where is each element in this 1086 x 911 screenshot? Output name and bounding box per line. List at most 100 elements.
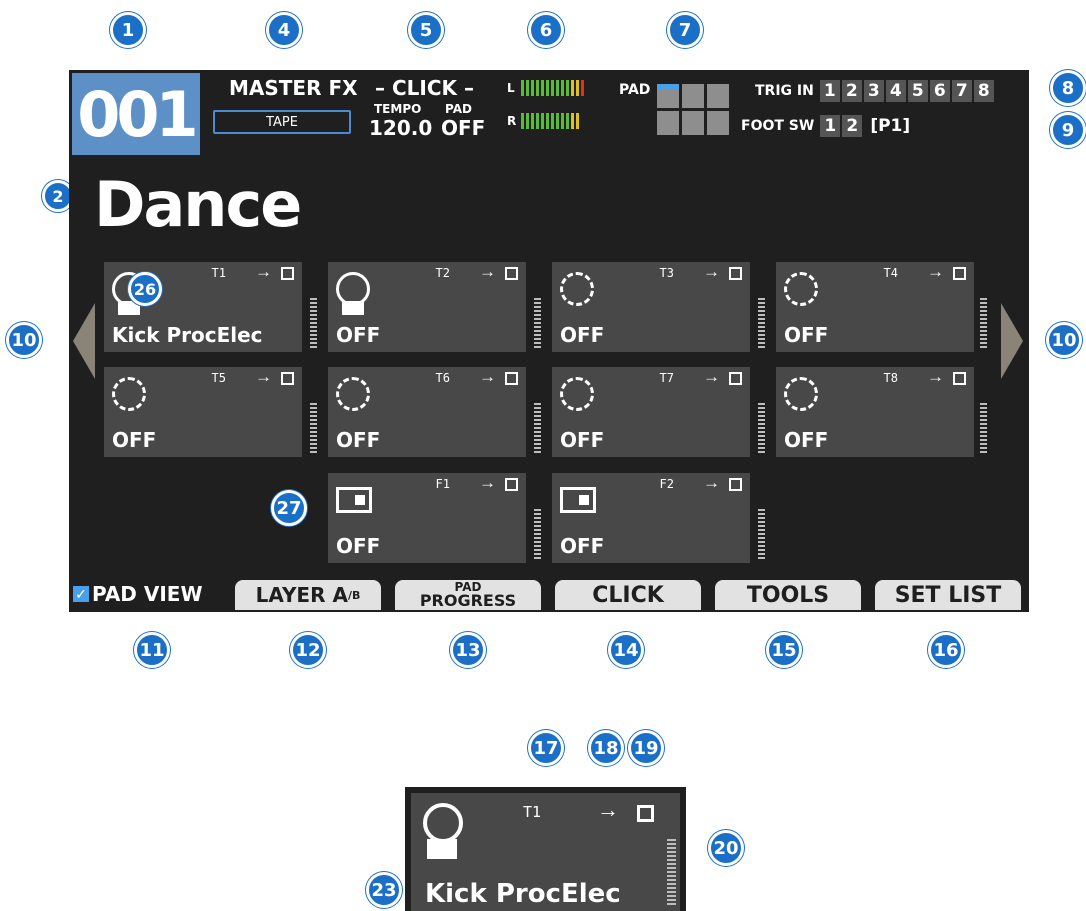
click-pad-value[interactable]: OFF bbox=[441, 116, 485, 140]
track-t4-meter bbox=[980, 298, 987, 350]
status-square-icon bbox=[953, 267, 966, 280]
patch-name[interactable]: Dance bbox=[94, 168, 302, 241]
trig-in-4: 4 bbox=[885, 80, 906, 102]
patch-number[interactable]: 001 bbox=[72, 73, 200, 155]
track-f1[interactable]: F1 → OFF bbox=[328, 473, 526, 563]
arrow-right-icon: → bbox=[255, 262, 272, 281]
foot-sw-1: 1 bbox=[820, 115, 841, 137]
detail-track-name: T1 bbox=[523, 803, 542, 821]
meter-r-label: R bbox=[507, 114, 517, 128]
callout-20: 20 bbox=[708, 830, 744, 866]
arrow-right-icon: → bbox=[255, 367, 272, 386]
track-t6[interactable]: T6 → OFF bbox=[328, 367, 526, 457]
track-t3-meter bbox=[758, 298, 765, 350]
status-square-icon bbox=[505, 372, 518, 385]
layer-button[interactable]: LAYER A/B bbox=[235, 580, 381, 610]
track-value: Kick ProcElec bbox=[112, 323, 263, 347]
foot-sw-2: 2 bbox=[842, 115, 863, 137]
track-name: T6 bbox=[435, 371, 450, 385]
callout-1: 1 bbox=[110, 12, 146, 48]
track-value: OFF bbox=[560, 534, 605, 558]
track-t8-meter bbox=[980, 403, 987, 455]
track-name: T7 bbox=[659, 371, 674, 385]
callout-5: 5 bbox=[408, 12, 444, 48]
status-square-icon bbox=[505, 478, 518, 491]
trig-in-label: TRIG IN bbox=[755, 83, 814, 99]
track-t5-meter bbox=[310, 403, 317, 455]
track-value: OFF bbox=[784, 428, 829, 452]
status-square-icon bbox=[281, 372, 294, 385]
trig-in-2: 2 bbox=[841, 80, 862, 102]
tempo-label: TEMPO bbox=[374, 102, 422, 116]
track-value: OFF bbox=[560, 428, 605, 452]
status-square-icon bbox=[729, 372, 742, 385]
trig-in-row: TRIG IN 1 2 3 4 5 6 7 8 bbox=[755, 80, 996, 102]
arrow-right-icon: → bbox=[479, 367, 496, 386]
track-name: T3 bbox=[659, 266, 674, 280]
track-name: T2 bbox=[435, 266, 450, 280]
pad-icon bbox=[784, 272, 818, 306]
pad-icon bbox=[784, 377, 818, 411]
track-t4[interactable]: T4 → OFF bbox=[776, 262, 974, 352]
pad-icon bbox=[336, 377, 370, 411]
track-t8[interactable]: T8 → OFF bbox=[776, 367, 974, 457]
track-t3[interactable]: T3 → OFF bbox=[552, 262, 750, 352]
track-value: OFF bbox=[784, 323, 829, 347]
track-f2-meter bbox=[758, 509, 765, 561]
pad-indicator bbox=[657, 84, 729, 138]
foot-sw-label: FOOT SW bbox=[741, 118, 815, 134]
status-square-icon bbox=[281, 267, 294, 280]
pad-cell-6 bbox=[707, 111, 729, 135]
master-fx-value[interactable]: TAPE bbox=[213, 110, 351, 134]
status-square-icon bbox=[729, 478, 742, 491]
pad-progress-button[interactable]: PAD PROGRESS bbox=[395, 580, 541, 610]
layer-label: LAYER A bbox=[255, 583, 348, 607]
track-f2[interactable]: F2 → OFF bbox=[552, 473, 750, 563]
callout-9: 9 bbox=[1050, 112, 1086, 148]
arrow-right-icon: → bbox=[597, 797, 619, 822]
callout-8: 8 bbox=[1050, 70, 1086, 106]
detail-meter bbox=[667, 839, 676, 905]
click-button[interactable]: CLICK bbox=[555, 580, 701, 610]
trig-in-5: 5 bbox=[907, 80, 928, 102]
pad-view-toggle[interactable]: ✓ PAD VIEW bbox=[73, 582, 203, 606]
page-left-arrow[interactable] bbox=[73, 303, 95, 379]
trig-in-7: 7 bbox=[951, 80, 972, 102]
track-t5[interactable]: T5 → OFF bbox=[104, 367, 302, 457]
trig-in-6: 6 bbox=[929, 80, 950, 102]
track-t6-meter bbox=[534, 403, 541, 455]
page-right-arrow[interactable] bbox=[1001, 303, 1023, 379]
arrow-right-icon: → bbox=[479, 262, 496, 281]
callout-17: 17 bbox=[528, 730, 564, 766]
track-t1[interactable]: T1 → Kick ProcElec 26 bbox=[104, 262, 302, 352]
track-name: F1 bbox=[435, 477, 450, 491]
track-f1-meter bbox=[534, 509, 541, 561]
track-t2-meter bbox=[534, 298, 541, 350]
track-t7[interactable]: T7 → OFF bbox=[552, 367, 750, 457]
device-screen: 001 MASTER FX TAPE – CLICK – TEMPO PAD 1… bbox=[69, 70, 1029, 612]
trig-in-1: 1 bbox=[819, 80, 840, 102]
status-square-icon bbox=[505, 267, 518, 280]
pad-icon bbox=[560, 272, 594, 306]
callout-12: 12 bbox=[290, 632, 326, 668]
tempo-value[interactable]: 120.0 bbox=[369, 116, 432, 140]
pad-view-label: PAD VIEW bbox=[92, 582, 203, 606]
master-fx-label: MASTER FX bbox=[229, 76, 358, 100]
pedal-base-icon bbox=[427, 839, 457, 859]
arrow-right-icon: → bbox=[703, 262, 720, 281]
pad-cell-1 bbox=[657, 84, 679, 108]
click-label: – CLICK – bbox=[375, 76, 474, 100]
track-value: OFF bbox=[112, 428, 157, 452]
track-t2[interactable]: T2 → OFF bbox=[328, 262, 526, 352]
tools-button[interactable]: TOOLS bbox=[715, 580, 861, 610]
pad-cell-4 bbox=[657, 111, 679, 135]
track-value: OFF bbox=[560, 323, 605, 347]
pad-icon bbox=[560, 377, 594, 411]
track-value: OFF bbox=[336, 428, 381, 452]
callout-16: 16 bbox=[928, 632, 964, 668]
set-list-button[interactable]: SET LIST bbox=[875, 580, 1021, 610]
callout-4: 4 bbox=[266, 12, 302, 48]
arrow-right-icon: → bbox=[703, 473, 720, 492]
callout-6: 6 bbox=[528, 12, 564, 48]
track-detail-zoom: T1 → Kick ProcElec bbox=[405, 787, 686, 911]
